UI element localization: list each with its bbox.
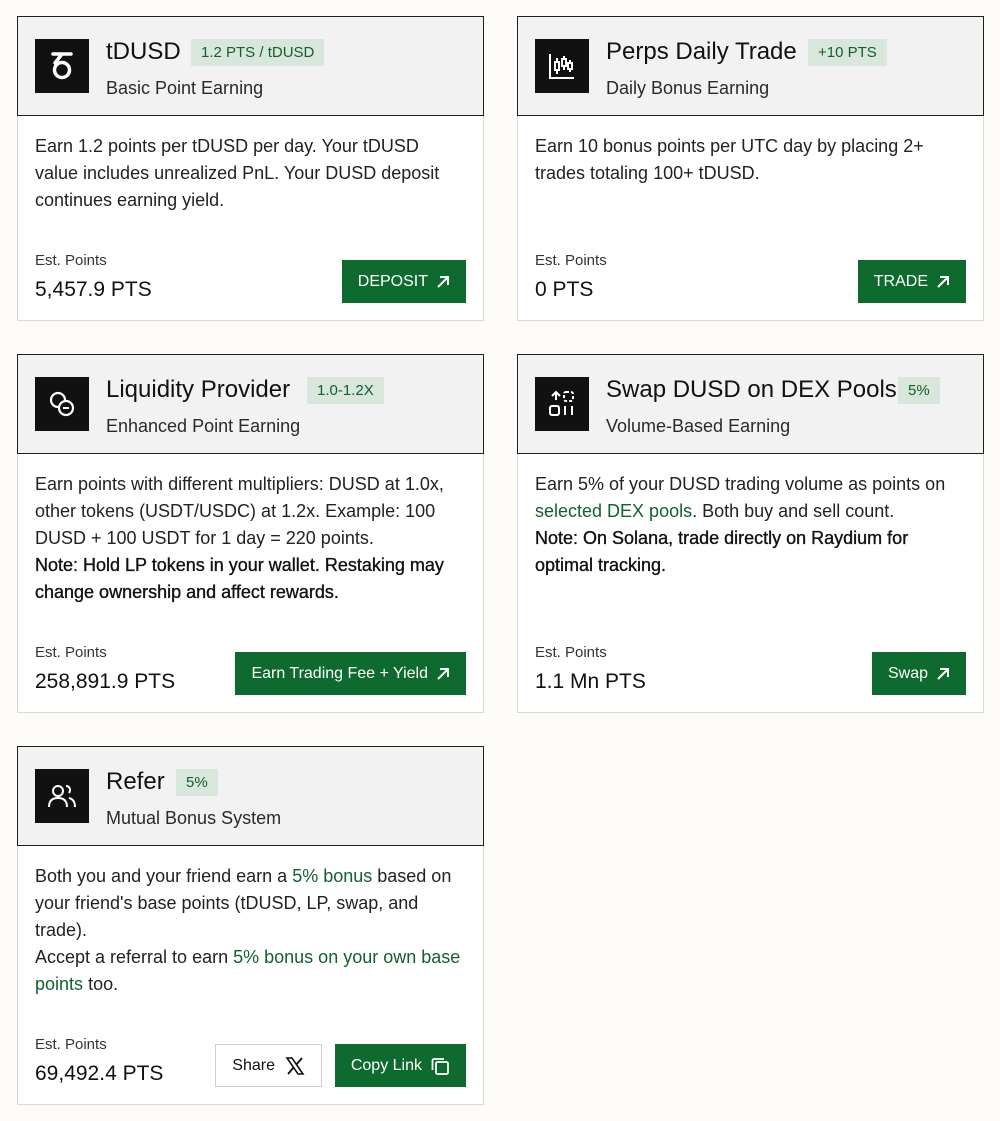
x-logo-icon	[285, 1056, 305, 1075]
card-subtitle: Mutual Bonus System	[106, 808, 282, 828]
card-swap-dusd: Swap DUSD on DEX Pools 5% Volume-Based E…	[517, 354, 984, 713]
card-description: Both you and your friend earn a 5% bonus…	[35, 863, 466, 998]
card-description: Earn 5% of your DUSD trading volume as p…	[535, 471, 966, 579]
button-label: DEPOSIT	[357, 272, 428, 290]
card-title: Perps Daily Trade	[606, 38, 797, 65]
share-on-x-button[interactable]: Share	[215, 1044, 322, 1087]
tdusd-logo-icon	[35, 39, 89, 93]
card-subtitle: Basic Point Earning	[106, 78, 264, 98]
arrow-up-right-icon	[437, 667, 449, 680]
card-subtitle: Volume-Based Earning	[606, 416, 791, 436]
description-text: Both you and your friend earn a	[35, 866, 288, 886]
button-label: Share	[232, 1056, 275, 1074]
trade-button[interactable]: TRADE	[857, 260, 966, 303]
description-text: Earn 5% of your DUSD trading volume as p…	[535, 474, 946, 494]
arrow-up-right-icon	[437, 275, 449, 288]
card-header: tDUSD 1.2 PTS / tDUSD Basic Point Earnin…	[17, 16, 484, 116]
est-points-label: Est. Points	[535, 252, 607, 269]
description-text: too.	[88, 974, 119, 994]
button-label: Earn Trading Fee + Yield	[251, 664, 428, 682]
est-points-label: Est. Points	[35, 252, 107, 269]
description-text: Earn 1.2 points per tDUSD per day. Your …	[35, 136, 440, 210]
deposit-button[interactable]: DEPOSIT	[341, 260, 466, 303]
est-points-label: Est. Points	[535, 644, 607, 661]
card-subtitle: Enhanced Point Earning	[106, 416, 301, 436]
earn-trading-fee-yield-button[interactable]: Earn Trading Fee + Yield	[235, 652, 466, 695]
card-header: Refer 5% Mutual Bonus System	[17, 746, 484, 846]
description-text: . Both buy and sell count.	[692, 501, 895, 521]
description-note: Note: On Solana, trade directly on Raydi…	[535, 528, 909, 575]
card-title: Liquidity Provider	[106, 376, 291, 403]
coins-icon	[35, 377, 89, 431]
card-title: Swap DUSD on DEX Pools	[606, 376, 897, 403]
rate-badge: 5%	[898, 377, 940, 404]
est-points-value: 258,891.9 PTS	[35, 670, 176, 693]
description-text: Earn points with different multipliers: …	[35, 474, 444, 548]
copy-icon	[431, 1057, 449, 1075]
card-description: Earn 10 bonus points per UTC day by plac…	[535, 133, 966, 187]
card-title: tDUSD	[106, 38, 181, 65]
selected-dex-pools-link[interactable]: selected DEX pools	[535, 501, 692, 521]
est-points-value: 5,457.9 PTS	[35, 278, 152, 301]
card-description: Earn points with different multipliers: …	[35, 471, 466, 606]
card-liquidity-provider: Liquidity Provider 1.0-1.2X Enhanced Poi…	[17, 354, 484, 713]
rate-badge: 5%	[176, 769, 218, 796]
bonus-highlight: 5% bonus	[292, 866, 373, 886]
est-points-value: 1.1 Mn PTS	[535, 670, 646, 693]
rate-badge: 1.2 PTS / tDUSD	[191, 39, 325, 66]
card-header: Liquidity Provider 1.0-1.2X Enhanced Poi…	[17, 354, 484, 454]
description-note: Note: Hold LP tokens in your wallet. Res…	[35, 555, 444, 602]
rate-badge: 1.0-1.2X	[307, 377, 384, 404]
card-tdusd: tDUSD 1.2 PTS / tDUSD Basic Point Earnin…	[17, 16, 484, 321]
est-points-value: 69,492.4 PTS	[35, 1062, 164, 1085]
est-points-label: Est. Points	[35, 1036, 107, 1053]
card-header: Swap DUSD on DEX Pools 5% Volume-Based E…	[517, 354, 984, 454]
card-header: Perps Daily Trade +10 PTS Daily Bonus Ea…	[517, 16, 984, 116]
button-label: TRADE	[873, 272, 928, 290]
arrow-up-right-icon	[937, 275, 949, 288]
candlestick-chart-icon	[535, 39, 589, 93]
copy-link-button[interactable]: Copy Link	[334, 1044, 466, 1087]
rate-badge: +10 PTS	[808, 39, 887, 66]
description-text: Earn 10 bonus points per UTC day by plac…	[535, 136, 924, 183]
card-perps-daily-trade: Perps Daily Trade +10 PTS Daily Bonus Ea…	[517, 16, 984, 321]
description-text: Accept a referral to earn	[35, 947, 229, 967]
est-points-value: 0 PTS	[535, 278, 594, 301]
arrow-up-right-icon	[937, 667, 949, 680]
users-icon	[35, 769, 89, 823]
card-description: Earn 1.2 points per tDUSD per day. Your …	[35, 133, 466, 214]
card-subtitle: Daily Bonus Earning	[606, 78, 770, 98]
button-label: Copy Link	[350, 1056, 422, 1074]
card-title: Refer	[106, 768, 165, 795]
est-points-label: Est. Points	[35, 644, 107, 661]
swap-icon	[535, 377, 589, 431]
button-label: Swap	[887, 664, 928, 682]
card-refer: Refer 5% Mutual Bonus System Both you an…	[17, 746, 484, 1105]
swap-button[interactable]: Swap	[871, 652, 966, 695]
